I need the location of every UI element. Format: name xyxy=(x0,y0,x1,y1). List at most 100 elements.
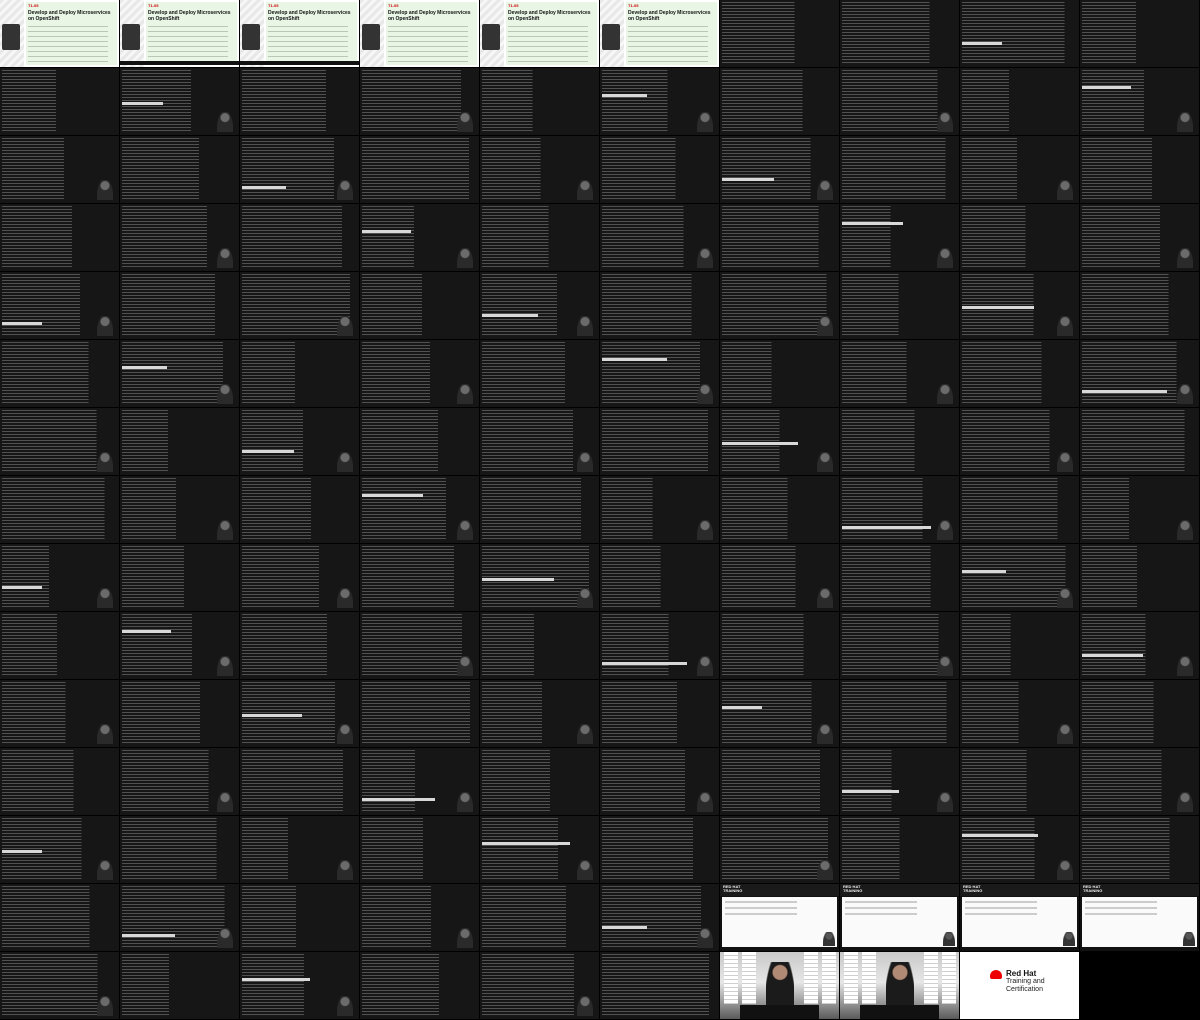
presenter-icon xyxy=(97,996,113,1016)
terminal-text xyxy=(2,614,117,677)
term-thumbnail xyxy=(240,748,360,816)
web-page-row xyxy=(725,913,797,915)
presenter-icon xyxy=(457,656,473,676)
term-thumbnail xyxy=(1080,612,1200,680)
web-page-row xyxy=(1085,913,1157,915)
presenter-icon xyxy=(1177,656,1193,676)
presenter-icon xyxy=(337,588,353,608)
presenter-icon xyxy=(1057,452,1073,472)
web-header: RED HAT TRAINING xyxy=(840,884,959,896)
highlight-line xyxy=(1082,654,1143,657)
presenter-icon xyxy=(337,316,353,336)
term-thumbnail xyxy=(0,408,120,476)
terminal-text xyxy=(122,818,237,881)
terminal-text xyxy=(122,546,237,609)
terminal-text xyxy=(482,70,597,133)
term-thumbnail xyxy=(0,748,120,816)
term-thumbnail xyxy=(960,680,1080,748)
terminal-text xyxy=(2,70,117,133)
highlight-line xyxy=(362,230,411,233)
highlight-line xyxy=(482,314,538,317)
term-thumbnail xyxy=(720,680,840,748)
slide-title: Develop and Deploy Microservices on Open… xyxy=(148,10,231,22)
term-thumbnail xyxy=(0,884,120,952)
term-thumbnail xyxy=(240,612,360,680)
term-thumbnail xyxy=(120,68,240,136)
terminal-text xyxy=(242,750,357,813)
highlight-line xyxy=(602,662,687,665)
term-thumbnail xyxy=(480,544,600,612)
presenter-photo xyxy=(482,24,500,50)
presenter-icon xyxy=(97,180,113,200)
terminal-text xyxy=(962,478,1077,541)
web-page-row xyxy=(845,901,917,903)
highlight-line xyxy=(482,842,570,845)
slide-tag: T1-05 xyxy=(148,3,159,8)
term-thumbnail xyxy=(840,272,960,340)
presenter-icon xyxy=(697,928,713,948)
presenter-icon xyxy=(943,932,955,946)
term-thumbnail xyxy=(960,612,1080,680)
term-thumbnail xyxy=(480,340,600,408)
highlight-line xyxy=(602,926,647,929)
terminal-text xyxy=(362,410,477,473)
term-thumbnail xyxy=(120,136,240,204)
term-thumbnail xyxy=(960,340,1080,408)
terminal-text xyxy=(122,682,237,745)
presenter-icon xyxy=(217,384,233,404)
slide-title: Develop and Deploy Microservices on Open… xyxy=(268,10,351,22)
term-thumbnail xyxy=(1080,748,1200,816)
terminal-text xyxy=(722,206,837,269)
presenter-icon xyxy=(697,248,713,268)
term-thumbnail xyxy=(0,272,120,340)
presenter-icon xyxy=(577,452,593,472)
web-thumbnail: RED HAT TRAINING xyxy=(840,884,960,952)
slide-tag: T1-05 xyxy=(28,3,39,8)
term-thumbnail xyxy=(360,748,480,816)
terminal-text xyxy=(962,2,1077,65)
term-thumbnail xyxy=(840,340,960,408)
terminal-text xyxy=(362,274,477,337)
web-header: RED HAT TRAINING xyxy=(1080,884,1199,896)
term-thumbnail xyxy=(960,68,1080,136)
term-thumbnail xyxy=(720,272,840,340)
highlight-line xyxy=(842,790,899,793)
highlight-line xyxy=(1082,390,1167,393)
web-page-row xyxy=(1085,907,1157,909)
term-thumbnail xyxy=(720,816,840,884)
term-thumbnail xyxy=(120,952,240,1020)
window-panel xyxy=(742,952,756,1004)
highlight-line xyxy=(2,850,42,853)
term-thumbnail xyxy=(1080,68,1200,136)
presenter-photo xyxy=(362,24,380,50)
terminal-text xyxy=(1082,138,1197,201)
term-thumbnail xyxy=(600,884,720,952)
highlight-line xyxy=(362,798,435,801)
terminal-text xyxy=(1082,546,1197,609)
highlight-line xyxy=(602,358,667,361)
presenter-icon xyxy=(937,520,953,540)
term-thumbnail xyxy=(240,952,360,1020)
contact-sheet: T1-05 Develop and Deploy Microservices on… xyxy=(0,0,1200,1020)
terminal-text xyxy=(602,274,717,337)
presenter-icon xyxy=(697,792,713,812)
terminal-text xyxy=(362,546,477,609)
term-thumbnail xyxy=(720,544,840,612)
term-thumbnail xyxy=(120,612,240,680)
window-panel xyxy=(862,952,876,1004)
presenter-icon xyxy=(937,384,953,404)
term-thumbnail xyxy=(240,340,360,408)
terminal-text xyxy=(722,2,837,65)
web-page-row xyxy=(845,907,917,909)
window-panel xyxy=(724,952,738,1004)
term-thumbnail xyxy=(360,544,480,612)
term-thumbnail xyxy=(0,340,120,408)
slide-title: Develop and Deploy Microservices on Open… xyxy=(28,10,111,22)
term-thumbnail xyxy=(120,408,240,476)
presenter-icon xyxy=(1177,248,1193,268)
term-thumbnail xyxy=(0,816,120,884)
presenter-icon xyxy=(337,724,353,744)
slide-thumbnail: T1-05 Develop and Deploy Microservices on… xyxy=(360,0,480,68)
highlight-line xyxy=(2,586,42,589)
term-thumbnail xyxy=(0,952,120,1020)
